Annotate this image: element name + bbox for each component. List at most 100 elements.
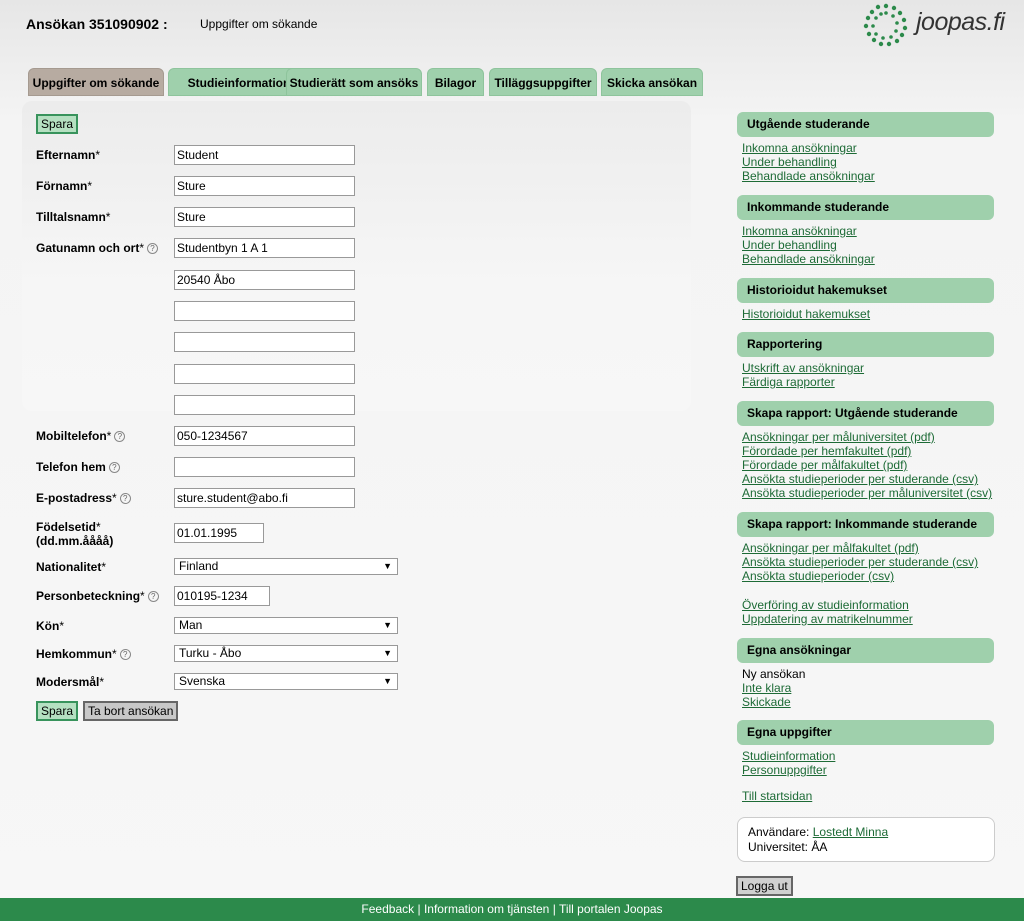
sidebar-heading-own-info: Egna uppgifter [737, 720, 994, 745]
tab-skicka-ansokan[interactable]: Skicka ansökan [601, 68, 703, 96]
help-icon[interactable]: ? [114, 431, 126, 442]
footer-separator: | [417, 902, 421, 916]
sidebar-heading-outgoing: Utgående studerande [737, 112, 994, 137]
address-line-1-field[interactable] [174, 238, 355, 258]
help-icon[interactable]: ? [147, 243, 159, 254]
birthdate-field[interactable] [174, 523, 264, 543]
sidebar-link-sent[interactable]: Skickade [742, 695, 791, 709]
tab-studieratt-som-ansoks[interactable]: Studierätt som ansöks [286, 68, 422, 96]
ssn-field[interactable] [174, 586, 270, 606]
sidebar-text-new-application: Ny ansökan [742, 667, 806, 681]
sidebar-link-report-out-2[interactable]: Förordade per hemfakultet (pdf) [742, 444, 911, 458]
address-line-6-field[interactable] [174, 395, 355, 415]
sidebar-link-report-in-3[interactable]: Ansökta studieperioder (csv) [742, 569, 894, 583]
header: Ansökan 351090902 : Uppgifter om sökande… [0, 0, 1024, 60]
sidebar-link-report-out-5[interactable]: Ansökta studieperioder per måluniversite… [742, 486, 992, 500]
footer-link-portal[interactable]: Till portalen Joopas [559, 902, 663, 916]
joopas-logo[interactable]: joopas.fi [858, 2, 1005, 48]
logout-button[interactable]: Logga ut [736, 876, 793, 896]
sidebar-link-study-info[interactable]: Studieinformation [742, 749, 835, 763]
dropdown-arrow-icon: ▼ [383, 620, 392, 630]
homephone-label: Telefon hem? [36, 460, 120, 474]
footer: Feedback | Information om tjänsten | Til… [0, 898, 1024, 921]
sidebar-link-incoming-processing[interactable]: Under behandling [742, 238, 837, 252]
sidebar-heading-history: Historioidut hakemukset [737, 278, 994, 303]
sidebar-link-transfer-study-info[interactable]: Överföring av studieinformation [742, 598, 909, 612]
callname-label: Tilltalsnamn* [36, 210, 111, 224]
firstnames-field[interactable] [174, 176, 355, 196]
tab-tillaggsuppgifter[interactable]: Tilläggsuppgifter [489, 68, 597, 96]
sidebar-link-finished-reports[interactable]: Färdiga rapporter [742, 375, 835, 389]
university-label: Universitet: [748, 840, 809, 854]
address-label: Gatunamn och ort*? [36, 241, 159, 255]
user-label: Användare: [748, 825, 810, 839]
user-name-link[interactable]: Lostedt Minna [813, 825, 888, 839]
application-title: Ansökan 351090902 : [26, 16, 168, 32]
sidebar-link-history[interactable]: Historioidut hakemukset [742, 307, 870, 321]
sidebar-link-print-applications[interactable]: Utskrift av ansökningar [742, 361, 864, 375]
help-icon[interactable]: ? [119, 649, 131, 660]
tab-bilagor[interactable]: Bilagor [427, 68, 484, 96]
address-line-5-field[interactable] [174, 364, 355, 384]
sidebar-link-home[interactable]: Till startsidan [742, 789, 812, 803]
gender-select[interactable]: Man ▼ [174, 617, 398, 634]
address-line-2-field[interactable] [174, 270, 355, 290]
dropdown-arrow-icon: ▼ [383, 561, 392, 571]
sidebar-link-outgoing-processing[interactable]: Under behandling [742, 155, 837, 169]
sidebar-heading-reporting: Rapportering [737, 332, 994, 357]
homephone-field[interactable] [174, 457, 355, 477]
sidebar-link-outgoing-received[interactable]: Inkomna ansökningar [742, 141, 857, 155]
sidebar-link-report-out-1[interactable]: Ansökningar per måluniversitet (pdf) [742, 430, 935, 444]
address-line-3-field[interactable] [174, 301, 355, 321]
footer-separator: | [552, 902, 556, 916]
address-line-4-field[interactable] [174, 332, 355, 352]
email-field[interactable] [174, 488, 355, 508]
page-subtitle: Uppgifter om sökande [200, 17, 318, 31]
sidebar-link-not-ready[interactable]: Inte klara [742, 681, 791, 695]
sidebar-heading-incoming: Inkommande studerande [737, 195, 994, 220]
birthdate-label: Födelsetid* (dd.mm.åååå) [36, 520, 114, 548]
sidebar-link-report-out-4[interactable]: Ansökta studieperioder per studerande (c… [742, 472, 978, 486]
logo-text: joopas.fi [916, 8, 1005, 36]
tab-uppgifter-om-sokande[interactable]: Uppgifter om sökande [28, 68, 164, 96]
lastname-field[interactable] [174, 145, 355, 165]
sidebar-heading-report-incoming: Skapa rapport: Inkommande studerande [737, 512, 994, 537]
save-button-top[interactable]: Spara [36, 114, 79, 134]
firstnames-label: Förnamn* [36, 179, 93, 193]
language-select[interactable]: Svenska ▼ [174, 673, 398, 690]
dropdown-arrow-icon: ▼ [383, 648, 392, 658]
sidebar-link-personal-info[interactable]: Personuppgifter [742, 763, 827, 777]
sidebar-link-report-out-3[interactable]: Förordade per målfakultet (pdf) [742, 458, 907, 472]
nationality-select[interactable]: Finland ▼ [174, 558, 398, 575]
save-button-bottom[interactable]: Spara [36, 701, 79, 721]
joopas-sunburst-icon [863, 3, 908, 47]
dropdown-arrow-icon: ▼ [383, 676, 392, 686]
sidebar-link-incoming-processed[interactable]: Behandlade ansökningar [742, 252, 875, 266]
delete-application-button[interactable]: Ta bort ansökan [83, 701, 179, 721]
sidebar-heading-own-applications: Egna ansökningar [737, 638, 994, 663]
help-icon[interactable]: ? [119, 493, 131, 504]
form-panel [22, 101, 691, 411]
sidebar-link-report-in-1[interactable]: Ansökningar per målfakultet (pdf) [742, 541, 919, 555]
sidebar-link-update-matriculation[interactable]: Uppdatering av matrikelnummer [742, 612, 913, 626]
mobile-field[interactable] [174, 426, 355, 446]
sidebar-link-report-in-2[interactable]: Ansökta studieperioder per studerande (c… [742, 555, 978, 569]
help-icon[interactable]: ? [147, 591, 159, 602]
mobile-label: Mobiltelefon*? [36, 429, 126, 443]
lastname-label: Efternamn* [36, 148, 101, 162]
help-icon[interactable]: ? [108, 462, 120, 473]
footer-link-feedback[interactable]: Feedback [361, 902, 414, 916]
callname-field[interactable] [174, 207, 355, 227]
nationality-label: Nationalitet* [36, 560, 107, 574]
municipality-select[interactable]: Turku - Åbo ▼ [174, 645, 398, 662]
user-info-box: Användare: Lostedt Minna Universitet: ÅA [737, 817, 995, 862]
birthdate-format: (dd.mm.åååå) [36, 534, 114, 548]
language-label: Modersmål* [36, 675, 105, 689]
email-label: E-postadress*? [36, 491, 131, 505]
footer-link-service-info[interactable]: Information om tjänsten [424, 902, 549, 916]
sidebar-link-outgoing-processed[interactable]: Behandlade ansökningar [742, 169, 875, 183]
gender-label: Kön* [36, 619, 64, 633]
university-value: ÅA [811, 840, 828, 854]
municipality-label: Hemkommun*? [36, 647, 131, 661]
sidebar-link-incoming-received[interactable]: Inkomna ansökningar [742, 224, 857, 238]
